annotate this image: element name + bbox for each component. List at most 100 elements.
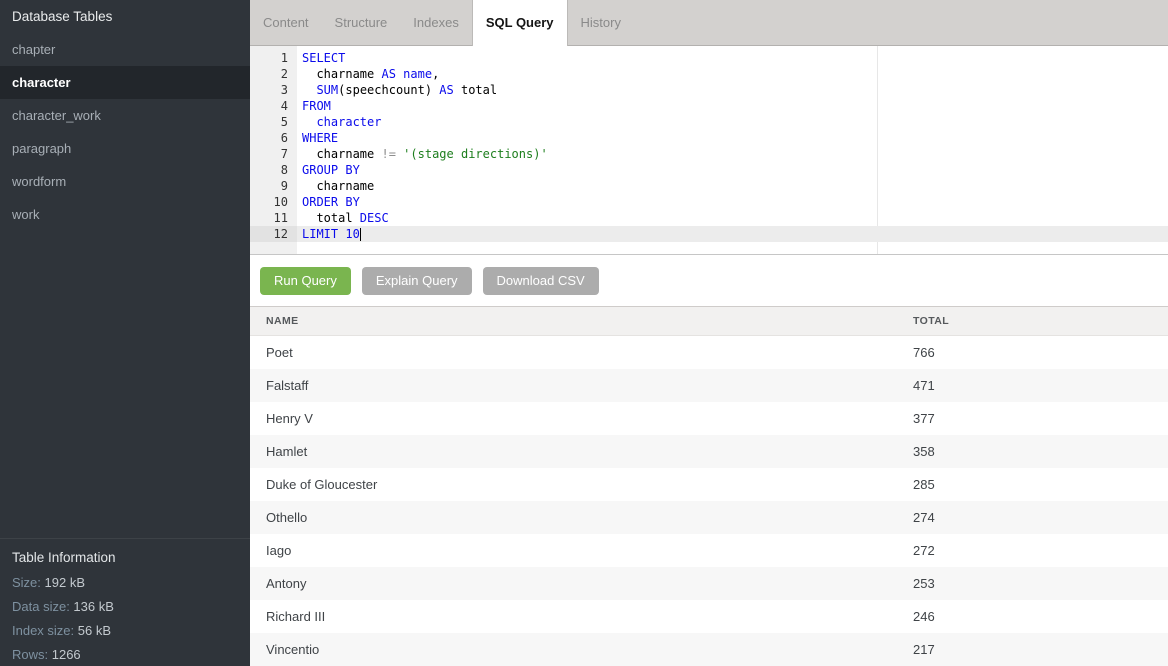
- cell-total: 766: [913, 345, 1168, 360]
- table-row[interactable]: Duke of Gloucester285: [250, 468, 1168, 501]
- table-info-value: 192 kB: [45, 575, 85, 590]
- line-number: 12: [250, 226, 297, 242]
- table-row[interactable]: Poet766: [250, 336, 1168, 369]
- tab-indexes[interactable]: Indexes: [400, 0, 472, 46]
- code-line-8: 8GROUP BY: [250, 162, 1168, 178]
- cell-name: Vincentio: [266, 642, 913, 657]
- line-number: 9: [250, 178, 297, 194]
- code-text: FROM: [297, 98, 1168, 114]
- sidebar-item-wordform[interactable]: wordform: [0, 165, 250, 198]
- cell-total: 285: [913, 477, 1168, 492]
- table-row[interactable]: Henry V377: [250, 402, 1168, 435]
- tab-content[interactable]: Content: [250, 0, 322, 46]
- table-info-value: 56 kB: [78, 623, 111, 638]
- table-info-row: Index size: 56 kB: [0, 619, 250, 643]
- code-text: total DESC: [297, 210, 1168, 226]
- code-line-4: 4FROM: [250, 98, 1168, 114]
- sidebar-item-character_work[interactable]: character_work: [0, 99, 250, 132]
- code-line-5: 5 character: [250, 114, 1168, 130]
- code-text: SELECT: [297, 50, 1168, 66]
- table-row[interactable]: Othello274: [250, 501, 1168, 534]
- cell-name: Antony: [266, 576, 913, 591]
- line-number: 8: [250, 162, 297, 178]
- sidebar-item-work[interactable]: work: [0, 198, 250, 231]
- code-text: WHERE: [297, 130, 1168, 146]
- cell-name: Duke of Gloucester: [266, 477, 913, 492]
- code-text: LIMIT 10: [297, 226, 1168, 242]
- code-line-10: 10ORDER BY: [250, 194, 1168, 210]
- table-info-row: Size: 192 kB: [0, 571, 250, 595]
- download-csv-button[interactable]: Download CSV: [483, 267, 599, 295]
- line-number: 3: [250, 82, 297, 98]
- code-text: SUM(speechcount) AS total: [297, 82, 1168, 98]
- table-row[interactable]: Antony253: [250, 567, 1168, 600]
- line-number: 10: [250, 194, 297, 210]
- table-information-rows: Size: 192 kBData size: 136 kBIndex size:…: [0, 571, 250, 666]
- code-line-9: 9 charname: [250, 178, 1168, 194]
- line-number: 1: [250, 50, 297, 66]
- table-list: chaptercharactercharacter_workparagraphw…: [0, 33, 250, 231]
- cell-total: 253: [913, 576, 1168, 591]
- cell-name: Richard III: [266, 609, 913, 624]
- code-line-7: 7 charname != '(stage directions)': [250, 146, 1168, 162]
- run-query-button[interactable]: Run Query: [260, 267, 351, 295]
- sidebar-item-character[interactable]: character: [0, 66, 250, 99]
- code-text: ORDER BY: [297, 194, 1168, 210]
- editor-lines: 1SELECT2 charname AS name,3 SUM(speechco…: [250, 46, 1168, 242]
- cell-name: Othello: [266, 510, 913, 525]
- text-cursor: [360, 228, 361, 241]
- results-table: Poet766Falstaff471Henry V377Hamlet358Duk…: [250, 336, 1168, 666]
- code-text: character: [297, 114, 1168, 130]
- query-toolbar: Run Query Explain Query Download CSV: [250, 255, 1168, 306]
- table-row[interactable]: Vincentio217: [250, 633, 1168, 666]
- table-info-label: Size:: [12, 575, 45, 590]
- cell-total: 272: [913, 543, 1168, 558]
- table-row[interactable]: Falstaff471: [250, 369, 1168, 402]
- cell-name: Iago: [266, 543, 913, 558]
- tab-history[interactable]: History: [568, 0, 634, 46]
- table-row[interactable]: Iago272: [250, 534, 1168, 567]
- code-line-3: 3 SUM(speechcount) AS total: [250, 82, 1168, 98]
- line-number: 4: [250, 98, 297, 114]
- table-info-value: 1266: [52, 647, 81, 662]
- explain-query-button[interactable]: Explain Query: [362, 267, 472, 295]
- code-line-6: 6WHERE: [250, 130, 1168, 146]
- code-line-11: 11 total DESC: [250, 210, 1168, 226]
- cell-total: 358: [913, 444, 1168, 459]
- column-header-total[interactable]: TOTAL: [913, 315, 1168, 327]
- table-info-row: Data size: 136 kB: [0, 595, 250, 619]
- column-header-name[interactable]: NAME: [266, 315, 913, 327]
- results-header: NAME TOTAL: [250, 306, 1168, 336]
- line-number: 11: [250, 210, 297, 226]
- code-text: charname AS name,: [297, 66, 1168, 82]
- cell-total: 274: [913, 510, 1168, 525]
- code-text: charname != '(stage directions)': [297, 146, 1168, 162]
- table-row[interactable]: Richard III246: [250, 600, 1168, 633]
- sql-editor[interactable]: 1SELECT2 charname AS name,3 SUM(speechco…: [250, 46, 1168, 255]
- table-row[interactable]: Hamlet358: [250, 435, 1168, 468]
- main-panel: ContentStructureIndexesSQL QueryHistory …: [250, 0, 1168, 666]
- line-number: 7: [250, 146, 297, 162]
- cell-total: 217: [913, 642, 1168, 657]
- code-line-12: 12LIMIT 10: [250, 226, 1168, 242]
- tab-sql-query[interactable]: SQL Query: [472, 0, 568, 47]
- table-info-label: Rows:: [12, 647, 52, 662]
- code-text: charname: [297, 178, 1168, 194]
- code-line-2: 2 charname AS name,: [250, 66, 1168, 82]
- table-information-title: Table Information: [0, 539, 250, 571]
- table-info-row: Rows: 1266: [0, 643, 250, 666]
- table-info-label: Data size:: [12, 599, 73, 614]
- cell-total: 471: [913, 378, 1168, 393]
- code-text: GROUP BY: [297, 162, 1168, 178]
- sidebar-item-paragraph[interactable]: paragraph: [0, 132, 250, 165]
- sidebar-item-chapter[interactable]: chapter: [0, 33, 250, 66]
- cell-name: Henry V: [266, 411, 913, 426]
- code-line-1: 1SELECT: [250, 50, 1168, 66]
- table-info-label: Index size:: [12, 623, 78, 638]
- cell-name: Hamlet: [266, 444, 913, 459]
- cell-total: 246: [913, 609, 1168, 624]
- cell-name: Poet: [266, 345, 913, 360]
- table-info-value: 136 kB: [73, 599, 113, 614]
- tab-structure[interactable]: Structure: [322, 0, 401, 46]
- line-number: 6: [250, 130, 297, 146]
